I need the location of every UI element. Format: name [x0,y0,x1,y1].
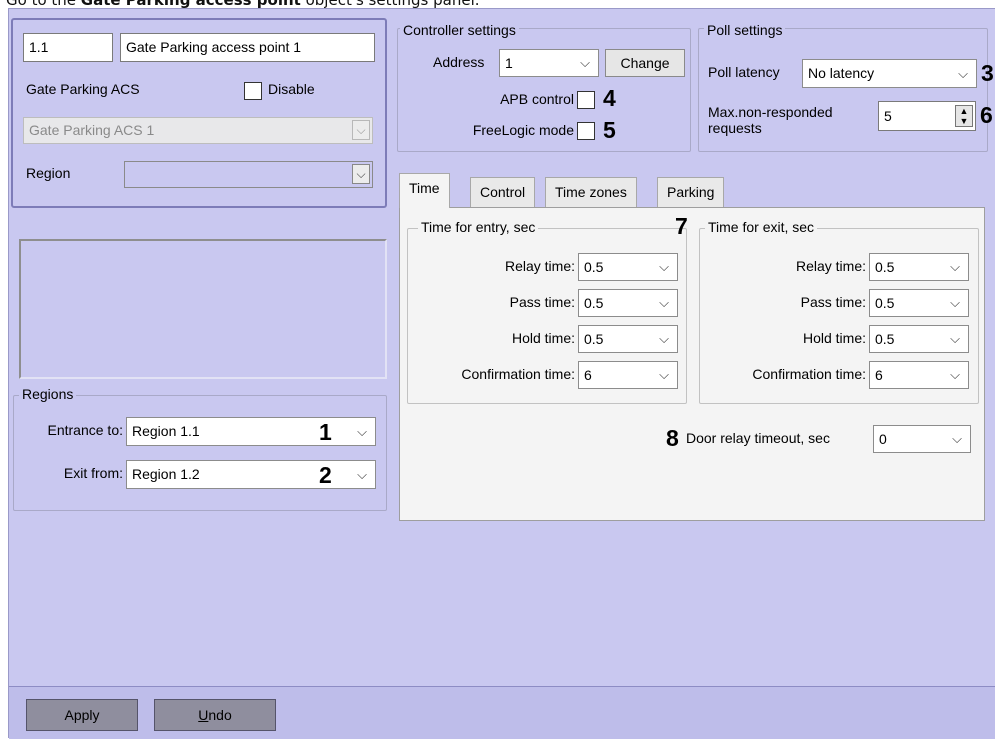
max-nonresponded-line2: requests [708,120,762,136]
exit-pass-value: 0.5 [875,295,895,311]
region-select[interactable]: ⌵ [124,161,373,188]
marker-5: 5 [603,117,616,143]
marker-1: 1 [319,419,332,445]
chevron-down-icon: ⌵ [950,295,960,310]
chevron-down-icon: ⌵ [357,424,367,439]
entry-time-legend: Time for entry, sec [418,219,539,235]
door-relay-timeout-label: Door relay timeout, sec [686,430,830,446]
exit-hold-select[interactable]: 0.5 ⌵ [869,325,969,353]
door-relay-timeout-value: 0 [879,431,887,447]
entry-relay-label: Relay time: [504,258,575,274]
settings-panel: 1.1 Gate Parking access point 1 Gate Par… [8,8,995,739]
exit-pass-label: Pass time: [800,294,866,310]
address-label: Address [433,54,485,70]
marker-6: 6 [980,102,993,128]
exit-relay-select[interactable]: 0.5 ⌵ [869,253,969,281]
chevron-down-icon: ⌵ [952,431,962,446]
poll-latency-select[interactable]: No latency ⌵ [802,59,977,88]
marker-8: 8 [666,425,679,451]
exit-pass-select[interactable]: 0.5 ⌵ [869,289,969,317]
entry-relay-value: 0.5 [584,259,604,275]
exit-hold-label: Hold time: [802,330,866,346]
poll-latency-label: Poll latency [708,64,780,80]
region-label: Region [26,165,71,181]
tab-time-zones[interactable]: Time zones [545,177,637,208]
chevron-down-icon: ⌵ [950,367,960,382]
chevron-down-icon: ⌵ [352,164,370,184]
chevron-down-icon: ⌵ [958,66,968,81]
object-id-field[interactable]: 1.1 [23,33,113,62]
entry-relay-select[interactable]: 0.5 ⌵ [578,253,678,281]
undo-label-rest: ndo [208,707,232,723]
chevron-down-icon: ⌵ [950,259,960,274]
entry-pass-label: Pass time: [509,294,575,310]
exit-value: Region 1.2 [132,466,200,482]
parent-acs-label: Gate Parking ACS [26,81,140,97]
apb-control-checkbox[interactable] [577,91,595,109]
regions-legend: Regions [19,386,77,402]
chevron-down-icon: ⌵ [580,55,590,70]
undo-mnemonic: U [198,707,209,723]
marker-2: 2 [319,462,332,488]
chevron-down-icon: ⌵ [950,331,960,346]
entrance-select[interactable]: Region 1.1 1 ⌵ [126,417,376,446]
entrance-value: Region 1.1 [132,423,200,439]
chevron-down-icon: ⌵ [659,295,669,310]
tab-control[interactable]: Control [470,177,536,208]
max-nonresponded-line1: Max.non-responded [708,104,833,120]
chevron-down-icon: ⌵ [352,120,370,140]
apb-control-label: APB control [500,91,574,107]
disable-label: Disable [268,81,315,97]
freelogic-mode-label: FreeLogic mode [472,122,574,138]
entry-pass-select[interactable]: 0.5 ⌵ [578,289,678,317]
exit-hold-value: 0.5 [875,331,895,347]
object-name-field[interactable]: Gate Parking access point 1 [120,33,375,62]
marker-3: 3 [981,60,994,86]
marker-7: 7 [675,213,688,239]
max-nonresponded-value: 5 [884,108,892,124]
apply-button[interactable]: Apply [26,699,138,731]
exit-relay-value: 0.5 [875,259,895,275]
controller-settings-legend: Controller settings [400,22,519,38]
address-value: 1 [505,55,513,71]
entry-hold-label: Hold time: [511,330,575,346]
parent-acs-value: Gate Parking ACS 1 [29,122,155,138]
tab-time[interactable]: Time [399,173,450,208]
entry-hold-select[interactable]: 0.5 ⌵ [578,325,678,353]
entry-hold-value: 0.5 [584,331,604,347]
parent-acs-select[interactable]: Gate Parking ACS 1 ⌵ [23,117,373,144]
chevron-down-icon: ⌵ [659,367,669,382]
poll-latency-value: No latency [808,65,875,81]
entry-pass-value: 0.5 [584,295,604,311]
exit-confirmation-label: Confirmation time: [752,366,866,382]
disable-checkbox[interactable] [244,82,262,100]
exit-relay-label: Relay time: [795,258,866,274]
regions-group [13,395,387,511]
entry-confirmation-select[interactable]: 6 ⌵ [578,361,678,389]
max-nonresponded-label: Max.non-responded requests [708,104,833,136]
change-button[interactable]: Change [605,49,685,77]
address-select[interactable]: 1 ⌵ [499,49,599,77]
exit-confirmation-value: 6 [875,367,883,383]
exit-confirmation-select[interactable]: 6 ⌵ [869,361,969,389]
exit-select[interactable]: Region 1.2 2 ⌵ [126,460,376,489]
entry-confirmation-label: Confirmation time: [461,366,575,382]
exit-label: Exit from: [63,465,123,481]
door-relay-timeout-select[interactable]: 0 ⌵ [873,425,971,453]
entrance-label: Entrance to: [47,422,124,438]
undo-button[interactable]: Undo [154,699,276,731]
exit-time-legend: Time for exit, sec [705,219,818,235]
preview-area [19,239,387,379]
spinner-arrows-icon[interactable]: ▲ ▼ [955,105,973,127]
chevron-down-icon: ⌵ [659,331,669,346]
chevron-down-icon: ⌵ [659,259,669,274]
tab-parking[interactable]: Parking [657,177,725,208]
freelogic-mode-checkbox[interactable] [577,122,595,140]
poll-settings-legend: Poll settings [704,22,786,38]
chevron-down-icon: ⌵ [357,467,367,482]
marker-4: 4 [603,85,616,111]
entry-confirmation-value: 6 [584,367,592,383]
max-nonresponded-spinner[interactable]: 5 ▲ ▼ [878,101,976,131]
